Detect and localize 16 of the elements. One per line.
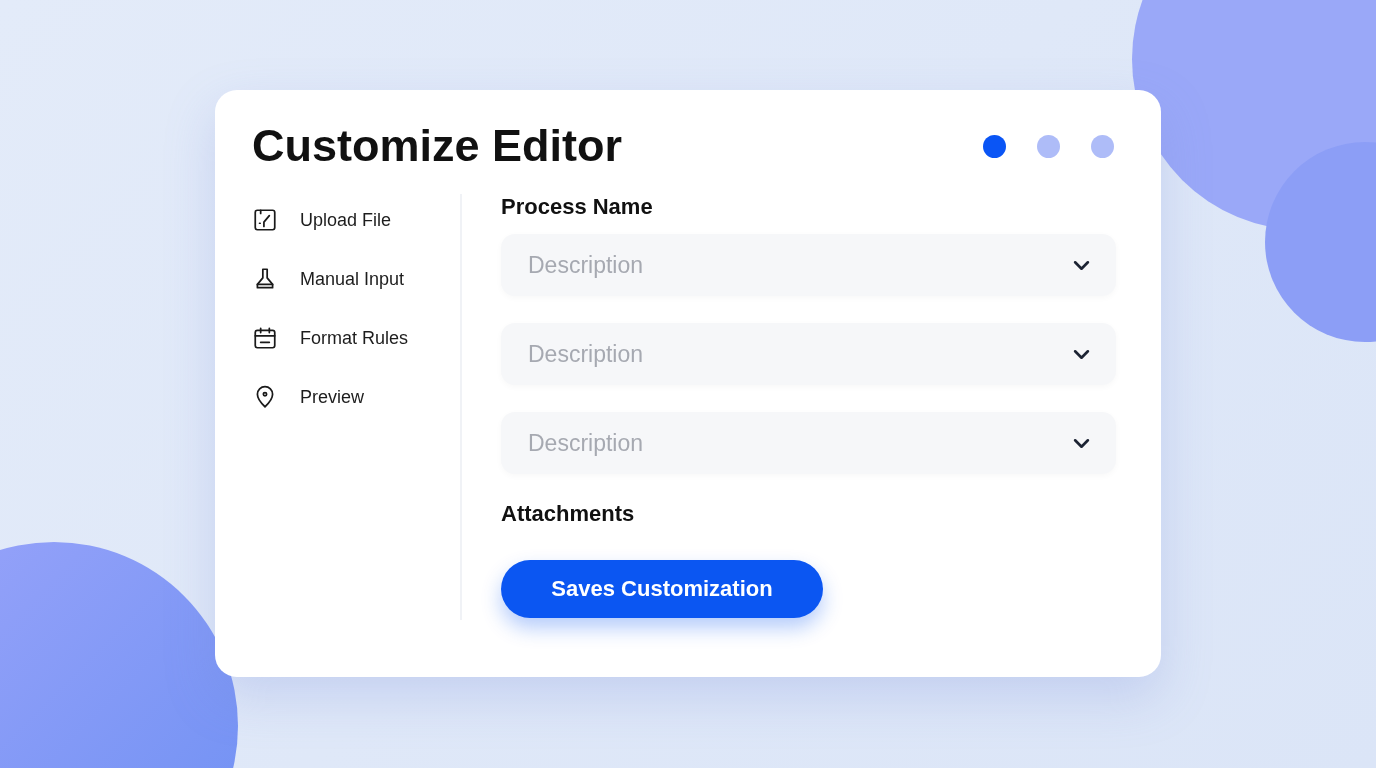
chevron-down-icon bbox=[1073, 348, 1090, 360]
sidebar-item[interactable]: Manual Input bbox=[252, 261, 460, 297]
sidebar-item[interactable]: Upload File bbox=[252, 202, 460, 238]
section-heading: Attachments bbox=[501, 501, 636, 527]
section-heading: Process Name bbox=[501, 194, 654, 220]
save-button[interactable]: Saves Customization bbox=[501, 560, 823, 618]
step-dot[interactable] bbox=[1037, 134, 1060, 158]
file-icon bbox=[252, 207, 278, 233]
editor-title: Customize Editor bbox=[252, 120, 623, 172]
calendar-icon bbox=[252, 325, 278, 351]
step-dot[interactable] bbox=[1091, 134, 1114, 158]
step-dot[interactable] bbox=[983, 134, 1006, 158]
sidebar-item[interactable]: Format Rules bbox=[252, 320, 460, 356]
chevron-down-icon bbox=[1073, 437, 1090, 449]
sidebar-item[interactable]: Preview bbox=[252, 379, 460, 415]
chevron-down-icon bbox=[1073, 259, 1090, 271]
